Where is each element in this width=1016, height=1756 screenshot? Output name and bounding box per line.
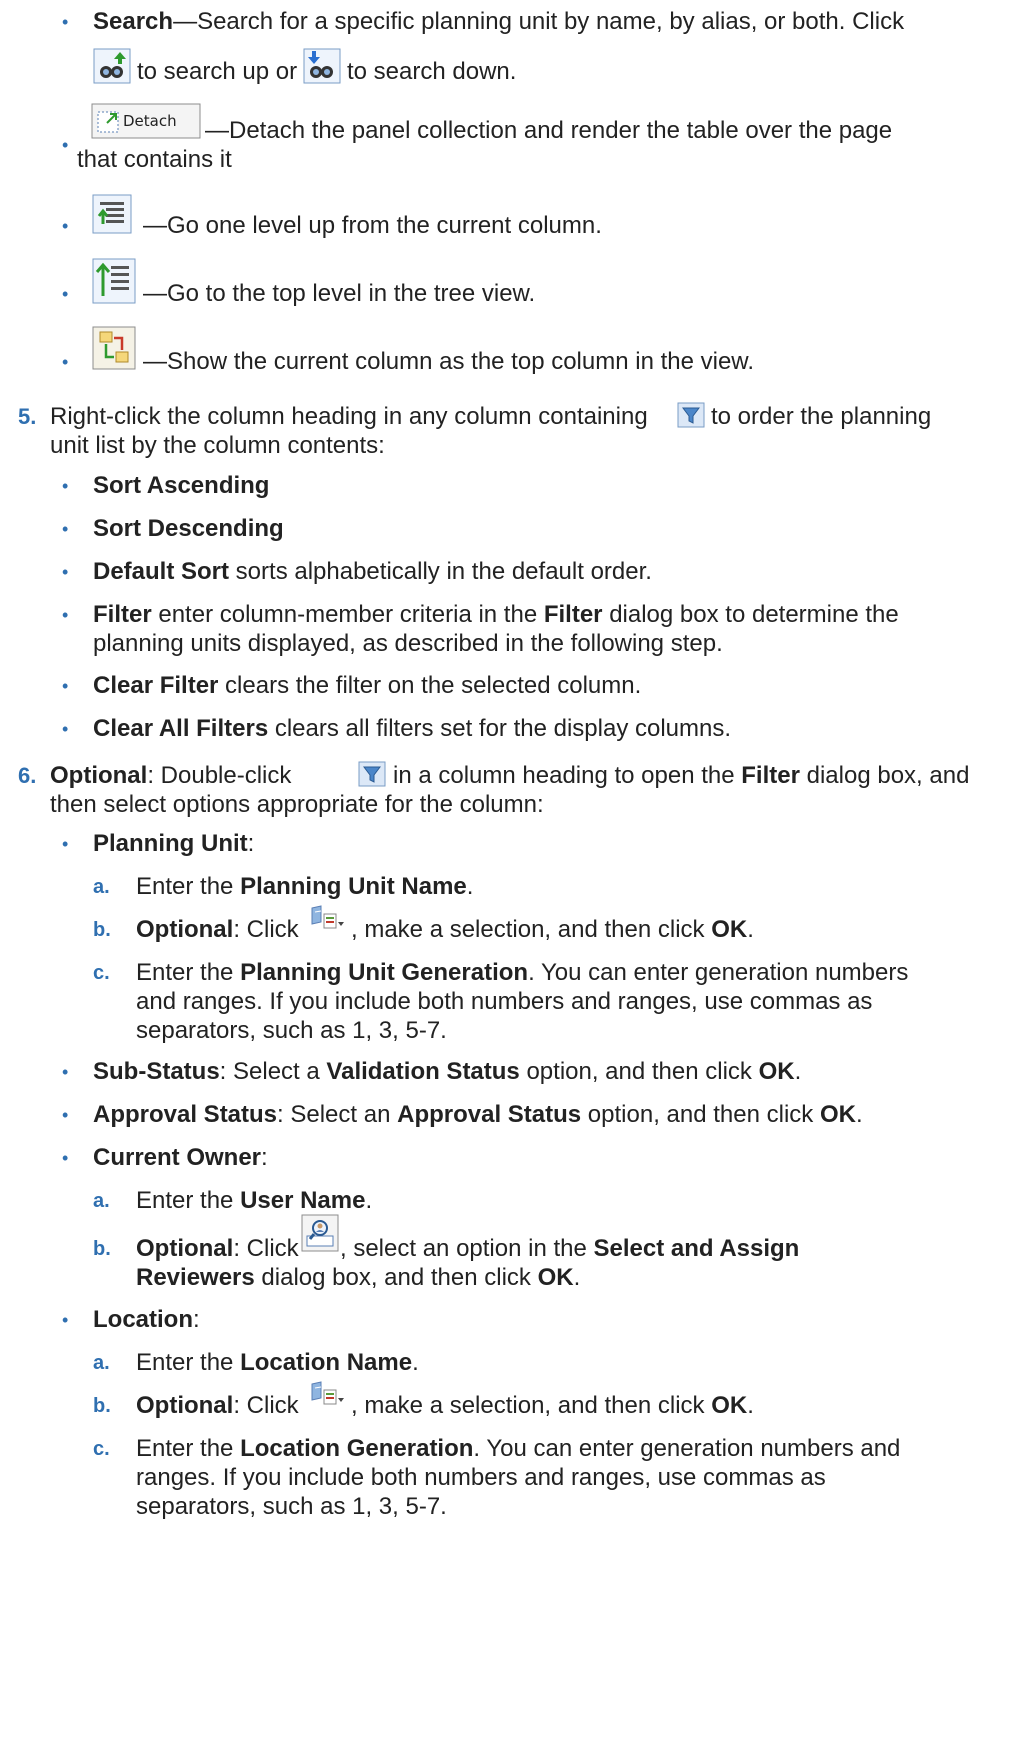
bullet: •	[62, 284, 69, 304]
step-number: 6.	[18, 763, 37, 788]
substep-letter: b.	[93, 1238, 111, 1260]
location-item: Location:	[93, 1306, 200, 1333]
search-item-text: Search—Search for a specific planning un…	[93, 8, 905, 35]
bullet: •	[62, 1062, 69, 1082]
sort-descending-item: Sort Descending	[93, 515, 284, 542]
substep-letter: b.	[93, 1395, 111, 1417]
substep-letter: c.	[93, 962, 110, 984]
detach-label: Detach	[123, 112, 177, 130]
filter-item-line2: planning units displayed, as described i…	[93, 630, 723, 657]
bullet: •	[62, 135, 69, 155]
detach-text-2: that contains it	[77, 146, 232, 173]
planning-unit-item: Planning Unit:	[93, 830, 255, 857]
hierarchy-dropdown-icon	[309, 1378, 347, 1410]
substep-letter: c.	[93, 1438, 110, 1460]
go-up-level-icon	[92, 194, 132, 234]
bullet: •	[62, 719, 69, 739]
location-name-step: Enter the Location Name.	[136, 1349, 419, 1376]
filter-funnel-icon	[358, 761, 386, 787]
user-name-step: Enter the User Name.	[136, 1187, 373, 1214]
bullet: •	[62, 834, 69, 854]
go-up-text: —Go one level up from the current column…	[143, 212, 602, 239]
clear-all-filters-item: Clear All Filters clears all filters set…	[93, 715, 732, 742]
substep-letter: b.	[93, 919, 111, 941]
bullet: •	[62, 1148, 69, 1168]
substep-letter: a.	[93, 876, 110, 898]
substep-letter: a.	[93, 1190, 110, 1212]
bullet: •	[62, 352, 69, 372]
user-search-icon	[301, 1214, 339, 1252]
sort-ascending-item: Sort Ascending	[93, 472, 270, 499]
current-owner-optional-step: Optional: Click	[136, 1235, 299, 1262]
sub-status-item: Sub-Status: Select a Validation Status o…	[93, 1058, 802, 1085]
step5-text-c: unit list by the column contents:	[50, 432, 385, 459]
step6-text: Optional: Double-click	[50, 762, 292, 789]
current-owner-optional-step-b: , select an option in the Select and Ass…	[340, 1235, 800, 1262]
current-owner-optional-step-c: Reviewers dialog box, and then click OK.	[136, 1264, 581, 1291]
step5-text: Right-click the column heading in any co…	[50, 403, 648, 430]
bullet: •	[62, 605, 69, 625]
search-up-text: to search up or	[137, 58, 298, 85]
planning-unit-name-step: Enter the Planning Unit Name.	[136, 873, 474, 900]
bullet: •	[62, 476, 69, 496]
location-generation-step: Enter the Location Generation. You can e…	[136, 1435, 901, 1462]
step6-text-b: in a column heading to open the Filter d…	[393, 762, 970, 789]
bullet: •	[62, 1105, 69, 1125]
location-generation-line2: ranges. If you include both numbers and …	[136, 1464, 826, 1491]
filter-item: Filter enter column-member criteria in t…	[93, 601, 899, 628]
step6-text-d: then select options appropriate for the …	[50, 791, 544, 818]
step5-text-b: to order the planning	[711, 403, 932, 430]
bullet: •	[62, 676, 69, 696]
bullet: •	[62, 12, 69, 32]
default-sort-item: Default Sort sorts alphabetically in the…	[93, 558, 652, 585]
planning-unit-optional-step: Optional: Click	[136, 916, 299, 943]
approval-status-item: Approval Status: Select an Approval Stat…	[93, 1101, 863, 1128]
location-optional-step: Optional: Click	[136, 1392, 299, 1419]
binoculars-up-icon	[93, 48, 131, 84]
planning-unit-generation-step: Enter the Planning Unit Generation. You …	[136, 959, 909, 986]
hierarchy-dropdown-icon	[309, 902, 347, 934]
substep-letter: a.	[93, 1352, 110, 1374]
location-optional-step-b: , make a selection, and then click OK.	[351, 1392, 754, 1419]
current-owner-item: Current Owner:	[93, 1144, 268, 1171]
go-top-level-icon	[92, 258, 136, 304]
planning-unit-optional-step-b: , make a selection, and then click OK.	[351, 916, 754, 943]
detach-icon: Detach	[91, 103, 201, 139]
clear-filter-item: Clear Filter clears the filter on the se…	[93, 672, 642, 699]
search-down-text: to search down.	[347, 58, 517, 85]
bullet: •	[62, 1310, 69, 1330]
planning-unit-generation-line3: separators, such as 1, 3, 5-7.	[136, 1017, 447, 1044]
binoculars-down-icon	[303, 48, 341, 84]
planning-unit-generation-line2: and ranges. If you include both numbers …	[136, 988, 873, 1015]
location-generation-line3: separators, such as 1, 3, 5-7.	[136, 1493, 447, 1520]
filter-funnel-icon	[677, 402, 705, 428]
show-as-top-icon	[92, 326, 136, 370]
bullet: •	[62, 519, 69, 539]
show-top-text: —Show the current column as the top colu…	[143, 348, 754, 375]
detach-text: —Detach the panel collection and render …	[205, 117, 893, 144]
bullet: •	[62, 216, 69, 236]
step-number: 5.	[18, 404, 37, 429]
bullet: •	[62, 562, 69, 582]
go-top-text: —Go to the top level in the tree view.	[143, 280, 536, 307]
